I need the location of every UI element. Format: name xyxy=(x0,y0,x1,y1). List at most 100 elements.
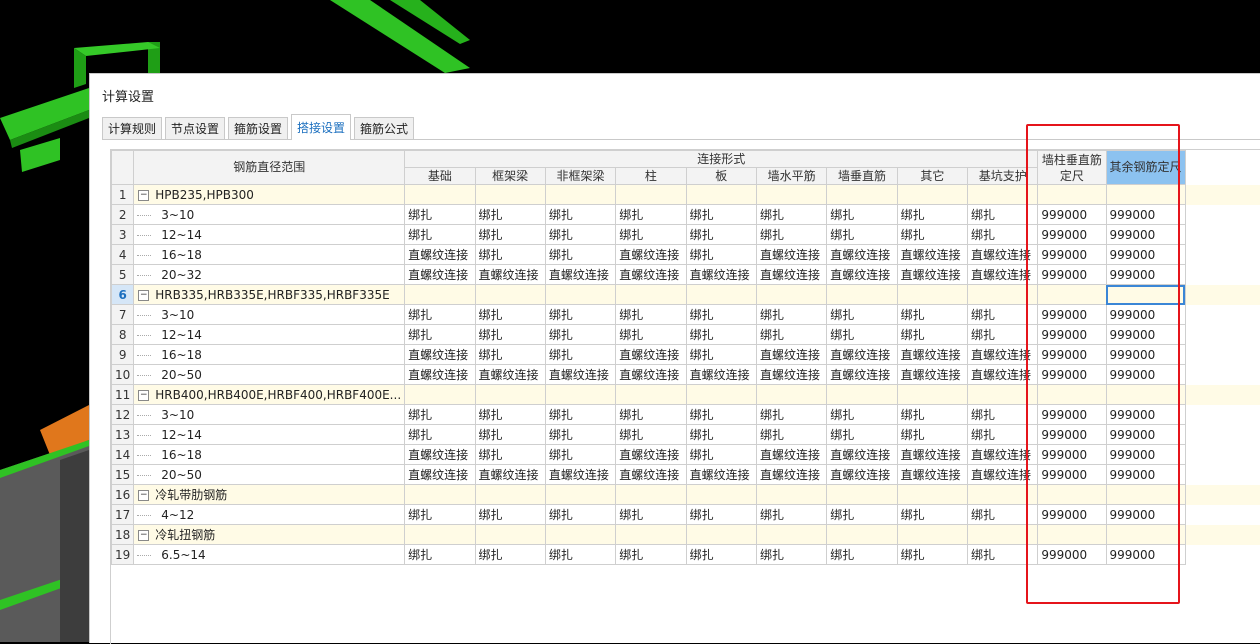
connection-type-cell[interactable]: 绑扎 xyxy=(405,325,475,345)
collapse-icon[interactable]: − xyxy=(138,490,149,501)
tab-stirrup-settings[interactable]: 箍筋设置 xyxy=(228,117,288,139)
diameter-range-cell[interactable]: 16~18 xyxy=(134,345,405,365)
connection-type-cell[interactable]: 绑扎 xyxy=(968,225,1038,245)
connection-type-cell[interactable]: 绑扎 xyxy=(686,505,756,525)
group-empty-cell[interactable] xyxy=(686,385,756,405)
group-empty-cell[interactable] xyxy=(1106,525,1185,545)
group-empty-cell[interactable] xyxy=(1106,285,1185,305)
connection-type-cell[interactable]: 绑扎 xyxy=(686,545,756,565)
group-row[interactable]: 1−HPB235,HPB300 xyxy=(112,185,1260,205)
diameter-range-cell[interactable]: 12~14 xyxy=(134,325,405,345)
connection-type-cell[interactable]: 绑扎 xyxy=(616,325,686,345)
group-empty-cell[interactable] xyxy=(827,525,897,545)
connection-type-cell[interactable]: 直螺纹连接 xyxy=(968,465,1038,485)
group-empty-cell[interactable] xyxy=(475,285,545,305)
group-empty-cell[interactable] xyxy=(405,285,475,305)
wall-column-length-cell[interactable]: 999000 xyxy=(1038,325,1106,345)
group-empty-cell[interactable] xyxy=(1038,525,1106,545)
connection-type-cell[interactable]: 绑扎 xyxy=(897,325,967,345)
diameter-range-cell[interactable]: 12~14 xyxy=(134,225,405,245)
wall-column-length-cell[interactable]: 999000 xyxy=(1038,505,1106,525)
connection-type-cell[interactable]: 绑扎 xyxy=(475,225,545,245)
wall-column-length-cell[interactable]: 999000 xyxy=(1038,345,1106,365)
diameter-range-cell[interactable]: 12~14 xyxy=(134,425,405,445)
wall-column-length-cell[interactable]: 999000 xyxy=(1038,205,1106,225)
connection-type-cell[interactable]: 直螺纹连接 xyxy=(897,245,967,265)
table-row[interactable]: 1312~14绑扎绑扎绑扎绑扎绑扎绑扎绑扎绑扎绑扎999000999000 xyxy=(112,425,1260,445)
connection-type-cell[interactable]: 直螺纹连接 xyxy=(968,345,1038,365)
connection-type-cell[interactable]: 绑扎 xyxy=(897,305,967,325)
wall-column-length-cell[interactable]: 999000 xyxy=(1038,425,1106,445)
connection-type-cell[interactable]: 绑扎 xyxy=(545,225,615,245)
group-empty-cell[interactable] xyxy=(545,525,615,545)
connection-type-cell[interactable]: 绑扎 xyxy=(405,505,475,525)
group-empty-cell[interactable] xyxy=(756,525,826,545)
tab-calc-rules[interactable]: 计算规则 xyxy=(102,117,162,139)
connection-type-cell[interactable]: 直螺纹连接 xyxy=(616,265,686,285)
connection-type-cell[interactable]: 直螺纹连接 xyxy=(968,445,1038,465)
connection-type-cell[interactable]: 绑扎 xyxy=(616,545,686,565)
connection-type-cell[interactable]: 直螺纹连接 xyxy=(897,445,967,465)
connection-type-cell[interactable]: 绑扎 xyxy=(475,325,545,345)
connection-type-cell[interactable]: 直螺纹连接 xyxy=(686,465,756,485)
connection-type-cell[interactable]: 绑扎 xyxy=(968,325,1038,345)
group-row[interactable]: 16−冷轧带肋钢筋 xyxy=(112,485,1260,505)
table-row[interactable]: 174~12绑扎绑扎绑扎绑扎绑扎绑扎绑扎绑扎绑扎999000999000 xyxy=(112,505,1260,525)
connection-type-cell[interactable]: 直螺纹连接 xyxy=(545,465,615,485)
group-empty-cell[interactable] xyxy=(827,385,897,405)
group-empty-cell[interactable] xyxy=(897,285,967,305)
connection-type-cell[interactable]: 直螺纹连接 xyxy=(968,265,1038,285)
connection-type-cell[interactable]: 绑扎 xyxy=(897,505,967,525)
connection-type-cell[interactable]: 绑扎 xyxy=(756,305,826,325)
group-empty-cell[interactable] xyxy=(405,385,475,405)
group-empty-cell[interactable] xyxy=(756,185,826,205)
connection-type-cell[interactable]: 绑扎 xyxy=(827,545,897,565)
diameter-range-cell[interactable]: 3~10 xyxy=(134,205,405,225)
connection-type-cell[interactable]: 绑扎 xyxy=(686,345,756,365)
diameter-range-cell[interactable]: 20~50 xyxy=(134,365,405,385)
collapse-icon[interactable]: − xyxy=(138,190,149,201)
connection-type-cell[interactable]: 绑扎 xyxy=(475,345,545,365)
other-length-cell[interactable]: 999000 xyxy=(1106,365,1185,385)
connection-type-cell[interactable]: 直螺纹连接 xyxy=(545,365,615,385)
connection-type-cell[interactable]: 绑扎 xyxy=(616,405,686,425)
group-empty-cell[interactable] xyxy=(827,285,897,305)
connection-type-cell[interactable]: 绑扎 xyxy=(686,425,756,445)
group-empty-cell[interactable] xyxy=(405,525,475,545)
other-length-cell[interactable]: 999000 xyxy=(1106,325,1185,345)
connection-type-cell[interactable]: 绑扎 xyxy=(405,425,475,445)
connection-type-cell[interactable]: 绑扎 xyxy=(968,205,1038,225)
table-row[interactable]: 73~10绑扎绑扎绑扎绑扎绑扎绑扎绑扎绑扎绑扎999000999000 xyxy=(112,305,1260,325)
group-empty-cell[interactable] xyxy=(616,525,686,545)
tab-lap-settings[interactable]: 搭接设置 xyxy=(291,114,351,140)
group-empty-cell[interactable] xyxy=(827,485,897,505)
group-row[interactable]: 11−HRB400,HRB400E,HRBF400,HRBF400E... xyxy=(112,385,1260,405)
connection-type-cell[interactable]: 直螺纹连接 xyxy=(405,465,475,485)
group-empty-cell[interactable] xyxy=(686,485,756,505)
group-empty-cell[interactable] xyxy=(405,485,475,505)
collapse-icon[interactable]: − xyxy=(138,390,149,401)
connection-type-cell[interactable]: 直螺纹连接 xyxy=(968,365,1038,385)
group-empty-cell[interactable] xyxy=(405,185,475,205)
other-length-cell[interactable]: 999000 xyxy=(1106,545,1185,565)
connection-type-cell[interactable]: 直螺纹连接 xyxy=(756,345,826,365)
connection-type-cell[interactable]: 直螺纹连接 xyxy=(827,245,897,265)
group-row[interactable]: 6−HRB335,HRB335E,HRBF335,HRBF335E xyxy=(112,285,1260,305)
connection-type-cell[interactable]: 直螺纹连接 xyxy=(405,365,475,385)
group-empty-cell[interactable] xyxy=(1106,385,1185,405)
group-empty-cell[interactable] xyxy=(545,385,615,405)
group-empty-cell[interactable] xyxy=(1038,285,1106,305)
group-empty-cell[interactable] xyxy=(475,385,545,405)
group-label-cell[interactable]: −HRB400,HRB400E,HRBF400,HRBF400E... xyxy=(134,385,405,405)
group-empty-cell[interactable] xyxy=(897,525,967,545)
other-length-header[interactable]: 其余钢筋定尺 xyxy=(1106,151,1185,185)
diameter-range-cell[interactable]: 3~10 xyxy=(134,405,405,425)
group-label-cell[interactable]: −HPB235,HPB300 xyxy=(134,185,405,205)
other-length-cell[interactable]: 999000 xyxy=(1106,265,1185,285)
group-empty-cell[interactable] xyxy=(686,525,756,545)
connection-type-cell[interactable]: 绑扎 xyxy=(756,325,826,345)
diameter-range-cell[interactable]: 16~18 xyxy=(134,445,405,465)
group-empty-cell[interactable] xyxy=(686,285,756,305)
connection-type-cell[interactable]: 绑扎 xyxy=(827,425,897,445)
connection-type-cell[interactable]: 绑扎 xyxy=(545,245,615,265)
